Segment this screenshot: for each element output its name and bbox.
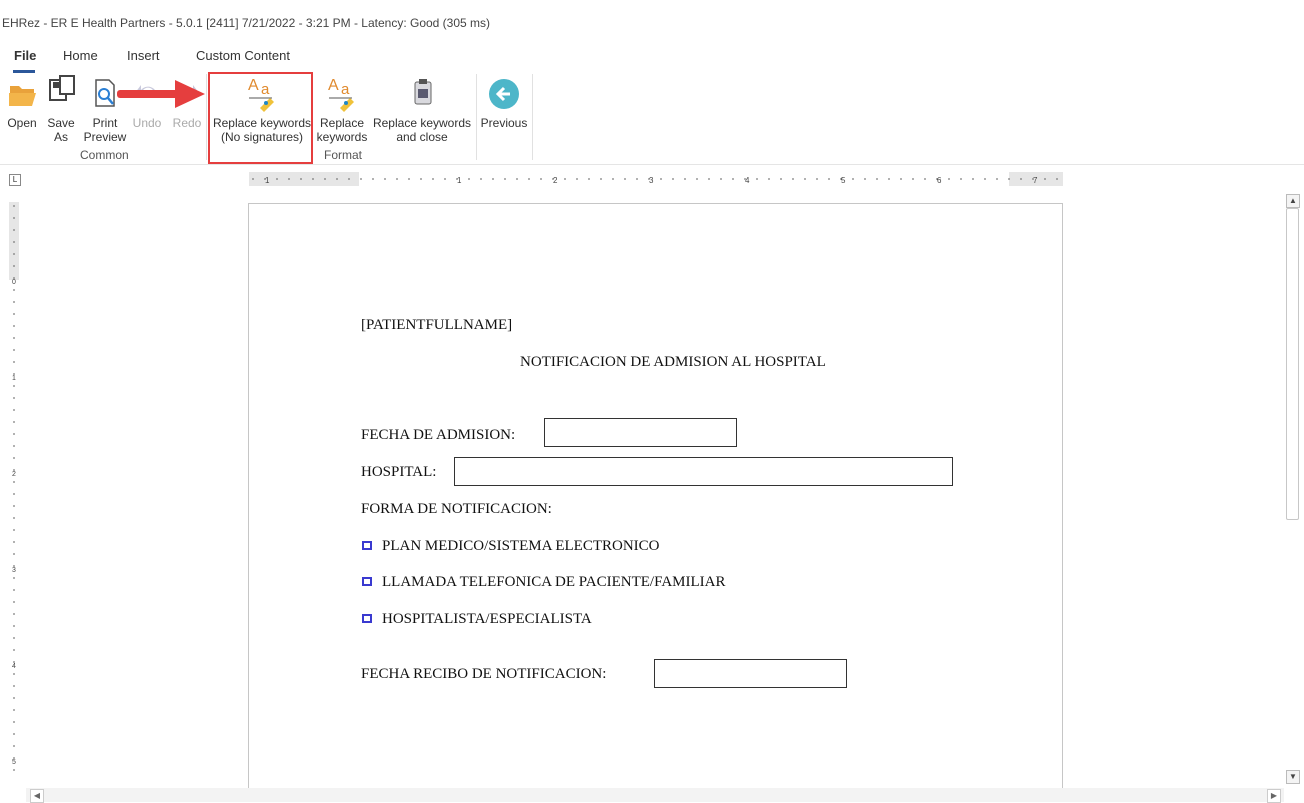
replace-keywords-and-close-button[interactable]: Replace keywords and close [372, 74, 472, 144]
scroll-right-icon[interactable]: ▶ [1267, 789, 1281, 803]
option-label: HOSPITALISTA/ESPECIALISTA [382, 611, 592, 627]
document-heading: NOTIFICACION DE ADMISION AL HOSPITAL [520, 354, 826, 370]
group-label-format: Format [324, 148, 363, 162]
ruler-label: 4 [745, 176, 750, 185]
vertical-scroll-thumb[interactable] [1286, 208, 1299, 520]
replace-close-label-line2: and close [396, 130, 448, 144]
option-label: LLAMADA TELEFONICA DE PACIENTE/FAMILIAR [382, 574, 726, 590]
undo-label: Undo [132, 116, 162, 130]
admission-date-label: FECHA DE ADMISION: [361, 427, 516, 443]
vertical-scrollbar[interactable]: ▲ ▼ [1284, 194, 1300, 784]
save-as-button[interactable]: Save As [43, 74, 79, 144]
annotation-highlight-box [208, 72, 313, 164]
option-checkbox[interactable] [362, 614, 372, 623]
ruler-label: 7 [1033, 176, 1038, 185]
notification-receipt-date-label: FECHA RECIBO DE NOTIFICACION: [361, 666, 607, 682]
option-checkbox[interactable] [362, 541, 372, 550]
ruler-label: 4 [12, 663, 16, 670]
ruler-label: 2 [553, 176, 558, 185]
print-preview-label-line1: Print [92, 116, 118, 130]
replace-label-line1: Replace [319, 116, 365, 130]
scroll-down-icon[interactable]: ▼ [1286, 770, 1300, 784]
patient-name-placeholder: [PATIENTFULLNAME] [361, 317, 513, 333]
vertical-ruler[interactable]: 0 1 2 3 4 5 [9, 202, 19, 774]
scroll-up-icon[interactable]: ▲ [1286, 194, 1300, 208]
save-as-icon [45, 74, 77, 114]
back-arrow-icon [488, 74, 520, 114]
group-separator [532, 74, 533, 160]
hospital-field[interactable] [454, 457, 953, 486]
active-tab-indicator [13, 70, 35, 73]
window-title: EHRez - ER E Health Partners - 5.0.1 [24… [2, 16, 491, 30]
vertical-ruler-ticks: 0 1 2 3 4 5 [12, 205, 16, 771]
ruler-label: 5 [12, 759, 16, 766]
horizontal-ruler[interactable]: 1 1 2 3 4 5 6 7 [249, 172, 1063, 186]
replace-label-line2: keywords [316, 130, 368, 144]
ribbon-divider [0, 164, 1304, 165]
ruler-label: 1 [12, 375, 16, 382]
scroll-left-icon[interactable]: ◀ [30, 789, 44, 803]
ruler-label: 0 [12, 279, 16, 286]
ruler-label: 6 [937, 176, 942, 185]
clipboard-icon [406, 74, 438, 114]
option-checkbox[interactable] [362, 577, 372, 586]
replace-keywords-icon: Aa [326, 74, 358, 114]
previous-label: Previous [480, 116, 528, 130]
notification-receipt-date-field[interactable] [654, 659, 847, 688]
replace-keywords-button[interactable]: Aa Replace keywords [315, 74, 369, 144]
tab-insert[interactable]: Insert [127, 48, 160, 63]
folder-open-icon [6, 74, 38, 114]
ruler-label: 3 [649, 176, 654, 185]
notification-method-label: FORMA DE NOTIFICACION: [361, 501, 552, 517]
tab-home[interactable]: Home [63, 48, 98, 63]
previous-button[interactable]: Previous [480, 74, 528, 130]
ruler-label: 2 [12, 471, 16, 478]
ruler-label: 5 [841, 176, 846, 185]
document-page[interactable]: [PATIENTFULLNAME] NOTIFICACION DE ADMISI… [248, 203, 1063, 793]
tab-custom-content[interactable]: Custom Content [196, 48, 290, 63]
open-label: Open [7, 116, 37, 130]
horizontal-ruler-ticks: 1 1 2 3 4 5 6 7 [252, 176, 1058, 185]
ruler-label: 3 [12, 567, 16, 574]
open-button[interactable]: Open [2, 74, 42, 130]
tab-file[interactable]: File [14, 48, 36, 63]
svg-text:A: A [328, 77, 339, 94]
redo-label: Redo [172, 116, 202, 130]
tab-stop-selector[interactable]: L [9, 174, 21, 186]
save-as-label-line1: Save [47, 116, 75, 130]
admission-date-field[interactable] [544, 418, 737, 447]
group-separator [476, 74, 477, 160]
group-label-common: Common [80, 148, 129, 162]
annotation-arrow [117, 80, 205, 108]
svg-text:a: a [341, 81, 350, 98]
option-label: PLAN MEDICO/SISTEMA ELECTRONICO [382, 538, 660, 554]
ruler-label: 1 [265, 176, 270, 185]
save-as-label-line2: As [53, 130, 68, 144]
replace-close-label-line1: Replace keywords [372, 116, 472, 130]
horizontal-scrollbar[interactable]: ◀ ▶ [26, 788, 1284, 803]
hospital-label: HOSPITAL: [361, 464, 437, 480]
ruler-label: 1 [457, 176, 462, 185]
print-preview-label-line2: Preview [83, 130, 127, 144]
